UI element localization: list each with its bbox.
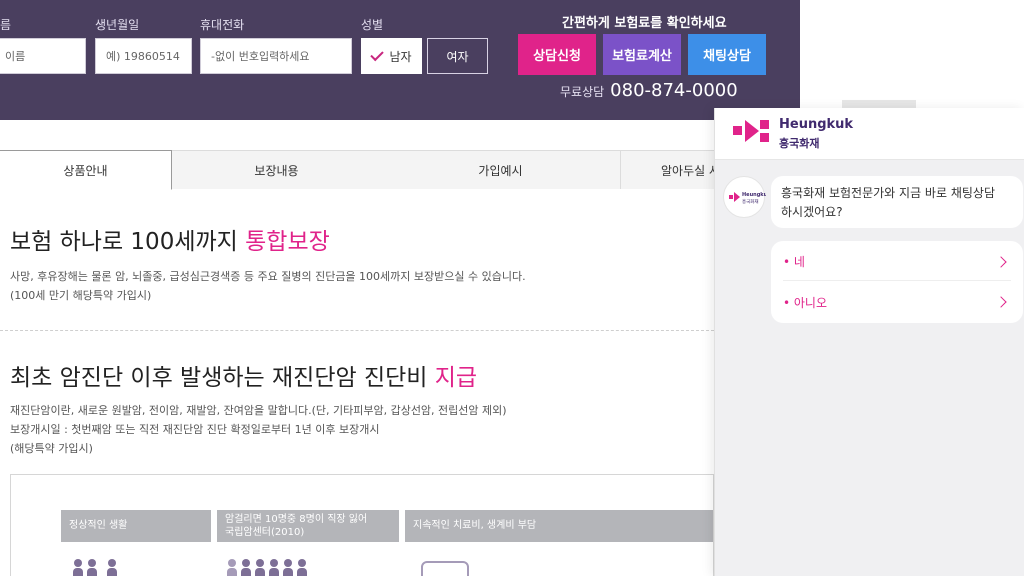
section-1-title: 보험 하나로 100세까지 통합보장 xyxy=(10,222,330,256)
svg-text:흥국화재: 흥국화재 xyxy=(742,198,759,205)
section-2-title-text: 최초 암진단 이후 발생하는 재진단암 진단비 xyxy=(10,365,435,391)
page: 름 이름 생년월일 예) 19860514 휴대전화 -없이 번호입력하세요 성… xyxy=(0,0,1024,576)
promo-text: 간편하게 보험료를 확인하세요 xyxy=(562,16,727,31)
stage-ongoing-costs-label: 지속적인 치료비, 생계비 부담 xyxy=(413,520,537,531)
section-2-title-highlight: 지급 xyxy=(434,365,478,391)
section-divider xyxy=(0,330,714,331)
tab-join-example[interactable]: 가입예시 xyxy=(380,150,620,189)
brand-name-ko: 흥국화재 xyxy=(779,137,820,150)
chat-option-no[interactable]: • 아니오 xyxy=(783,283,1011,321)
chat-option-yes-label: • 네 xyxy=(783,255,805,269)
gender-female-label: 여자 xyxy=(446,49,469,64)
tab-coverage[interactable]: 보장내용 xyxy=(171,150,381,189)
name-label: 름 xyxy=(0,18,12,32)
check-icon xyxy=(370,47,385,61)
consult-header: 름 이름 생년월일 예) 19860514 휴대전화 -없이 번호입력하세요 성… xyxy=(0,0,800,120)
stage-job-loss-source: 국립암센터(2010) xyxy=(225,527,305,538)
premium-calc-button[interactable]: 보험료계산 xyxy=(603,34,681,75)
cancer-timeline-diagram: 정상적인 생활 암걸리면 10명중 8명이 직장 잃어 국립암센터(2010) … xyxy=(10,474,714,576)
section-2-line-3: (해당특약 가입시) xyxy=(10,442,93,455)
name-input[interactable]: 이름 xyxy=(0,38,86,74)
chat-option-yes[interactable]: • 네 xyxy=(783,243,1011,281)
stage-job-loss: 암걸리면 10명중 8명이 직장 잃어 국립암센터(2010) xyxy=(217,510,399,542)
agent-avatar: Heungkuk 흥국화재 xyxy=(723,176,771,218)
gender-female-button[interactable]: 여자 xyxy=(427,38,488,74)
heungkuk-logo-icon: Heungkuk 흥국화재 xyxy=(729,192,771,205)
product-tabs: 가입예시 알아두실 사 보장내용 상품안내 xyxy=(0,150,800,190)
stage-job-loss-label: 암걸리면 10명중 8명이 직장 잃어 xyxy=(225,514,368,525)
section-2-title: 최초 암진단 이후 발생하는 재진단암 진단비 지급 xyxy=(10,358,477,392)
chat-message: 흥국화재 보험전문가와 지금 바로 채팅상담 하시겠어요? xyxy=(771,176,1023,228)
free-consult-phone: 무료상담 080-874-0000 xyxy=(560,80,738,101)
chat-option-no-label: • 아니오 xyxy=(783,295,828,310)
phone-label: 휴대전화 xyxy=(200,18,245,32)
gender-label: 성별 xyxy=(361,18,384,32)
stage-ongoing-costs: 지속적인 치료비, 생계비 부담 xyxy=(405,510,713,542)
chat-widget: Heungkuk 흥국화재 Heungkuk 흥국화재 흥국화재 보험전문가와 … xyxy=(714,108,1024,576)
caregiver-icon xyxy=(421,561,469,576)
section-2-line-1: 재진단암이란, 새로운 원발암, 전이암, 재발암, 잔여암을 말합니다.(단,… xyxy=(10,404,507,417)
tab-product-info[interactable]: 상품안내 xyxy=(0,150,172,190)
brand-name-en: Heungkuk xyxy=(779,117,854,132)
phone-number: 080-874-0000 xyxy=(610,80,738,101)
stage-normal-life: 정상적인 생활 xyxy=(61,510,211,542)
section-1-title-highlight: 통합보장 xyxy=(245,229,330,255)
birth-label: 생년월일 xyxy=(95,18,140,32)
phone-input[interactable]: -없이 번호입력하세요 xyxy=(200,38,352,74)
chat-header: Heungkuk 흥국화재 xyxy=(715,108,1024,160)
svg-text:Heungkuk: Heungkuk xyxy=(742,192,766,198)
stage-normal-life-label: 정상적인 생활 xyxy=(69,520,128,531)
section-1-line-2: (100세 만기 해당특약 가입시) xyxy=(10,289,152,302)
chat-message-line-2: 하시겠어요? xyxy=(781,205,843,219)
consult-request-button[interactable]: 상담신청 xyxy=(518,34,596,75)
section-1-line-1: 사망, 후유장해는 물론 암, 뇌졸중, 급성심근경색증 등 주요 질병의 진단… xyxy=(10,270,526,283)
section-1-title-text: 보험 하나로 100세까지 xyxy=(10,229,246,255)
free-consult-label: 무료상담 xyxy=(560,85,605,99)
heungkuk-logo-icon xyxy=(733,120,769,142)
chevron-right-icon xyxy=(995,296,1007,308)
gender-male-button[interactable]: 남자 xyxy=(361,38,422,74)
chevron-right-icon xyxy=(995,255,1007,268)
gender-male-label: 남자 xyxy=(389,49,412,64)
chat-options: • 네 • 아니오 xyxy=(771,241,1023,323)
chat-message-line-1: 흥국화재 보험전문가와 지금 바로 채팅상담 xyxy=(781,186,995,200)
chat-consult-button[interactable]: 채팅상담 xyxy=(688,34,766,75)
section-2-line-2: 보장개시일 : 첫번째암 또는 직전 재진단암 진단 확정일로부터 1년 이후 … xyxy=(10,423,380,436)
birth-input[interactable]: 예) 19860514 xyxy=(95,38,192,74)
